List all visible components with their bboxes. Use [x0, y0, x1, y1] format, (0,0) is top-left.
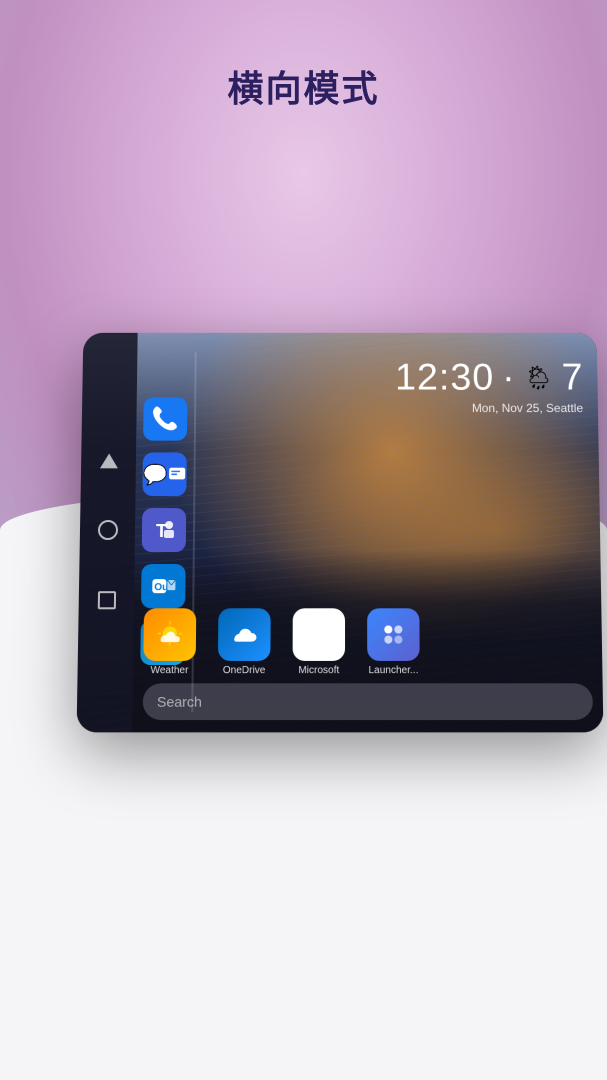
- phone-mockup: T Ou 12:30 ·: [77, 333, 604, 733]
- clock-separator: ·: [502, 357, 516, 399]
- temperature-display: 7: [561, 357, 583, 399]
- onedrive-dock-label: OneDrive: [223, 665, 266, 676]
- teams-app-icon[interactable]: T: [142, 508, 187, 552]
- back-button[interactable]: [97, 450, 119, 472]
- weather-icon: 🌦: [523, 364, 554, 392]
- recents-button[interactable]: [95, 589, 117, 611]
- microsoft-dock-icon[interactable]: [293, 608, 345, 661]
- weather-dock-label: Weather: [150, 665, 188, 676]
- dock-apps-row: Weather OneDrive Microsoft: [143, 608, 592, 676]
- outlook-app-icon[interactable]: Ou: [141, 564, 186, 608]
- svg-text:Ou: Ou: [154, 582, 168, 593]
- microsoft-dock-label: Microsoft: [298, 665, 339, 676]
- page-title: 横向模式: [0, 60, 607, 112]
- launcher-dock-icon[interactable]: [367, 608, 420, 661]
- weather-dock-icon[interactable]: [143, 608, 196, 661]
- date-location: Mon, Nov 25, Seattle: [395, 401, 583, 415]
- microsoft-dock-item[interactable]: Microsoft: [293, 608, 345, 676]
- nav-sidebar: [77, 333, 138, 733]
- search-placeholder: Search: [157, 694, 202, 710]
- launcher-dock-item[interactable]: Launcher...: [367, 608, 420, 676]
- onedrive-dock-item[interactable]: OneDrive: [218, 608, 271, 676]
- search-bar[interactable]: Search: [143, 683, 594, 720]
- messages-app-icon[interactable]: [142, 453, 186, 497]
- phone-app-icon[interactable]: [143, 397, 187, 440]
- home-button[interactable]: [96, 519, 118, 541]
- clock-display: 12:30: [395, 357, 494, 399]
- onedrive-dock-icon[interactable]: [218, 608, 271, 661]
- weather-dock-item[interactable]: Weather: [143, 608, 196, 676]
- clock-weather-widget: 12:30 · 🌦 7 Mon, Nov 25, Seattle: [395, 357, 583, 415]
- launcher-dock-label: Launcher...: [368, 665, 418, 676]
